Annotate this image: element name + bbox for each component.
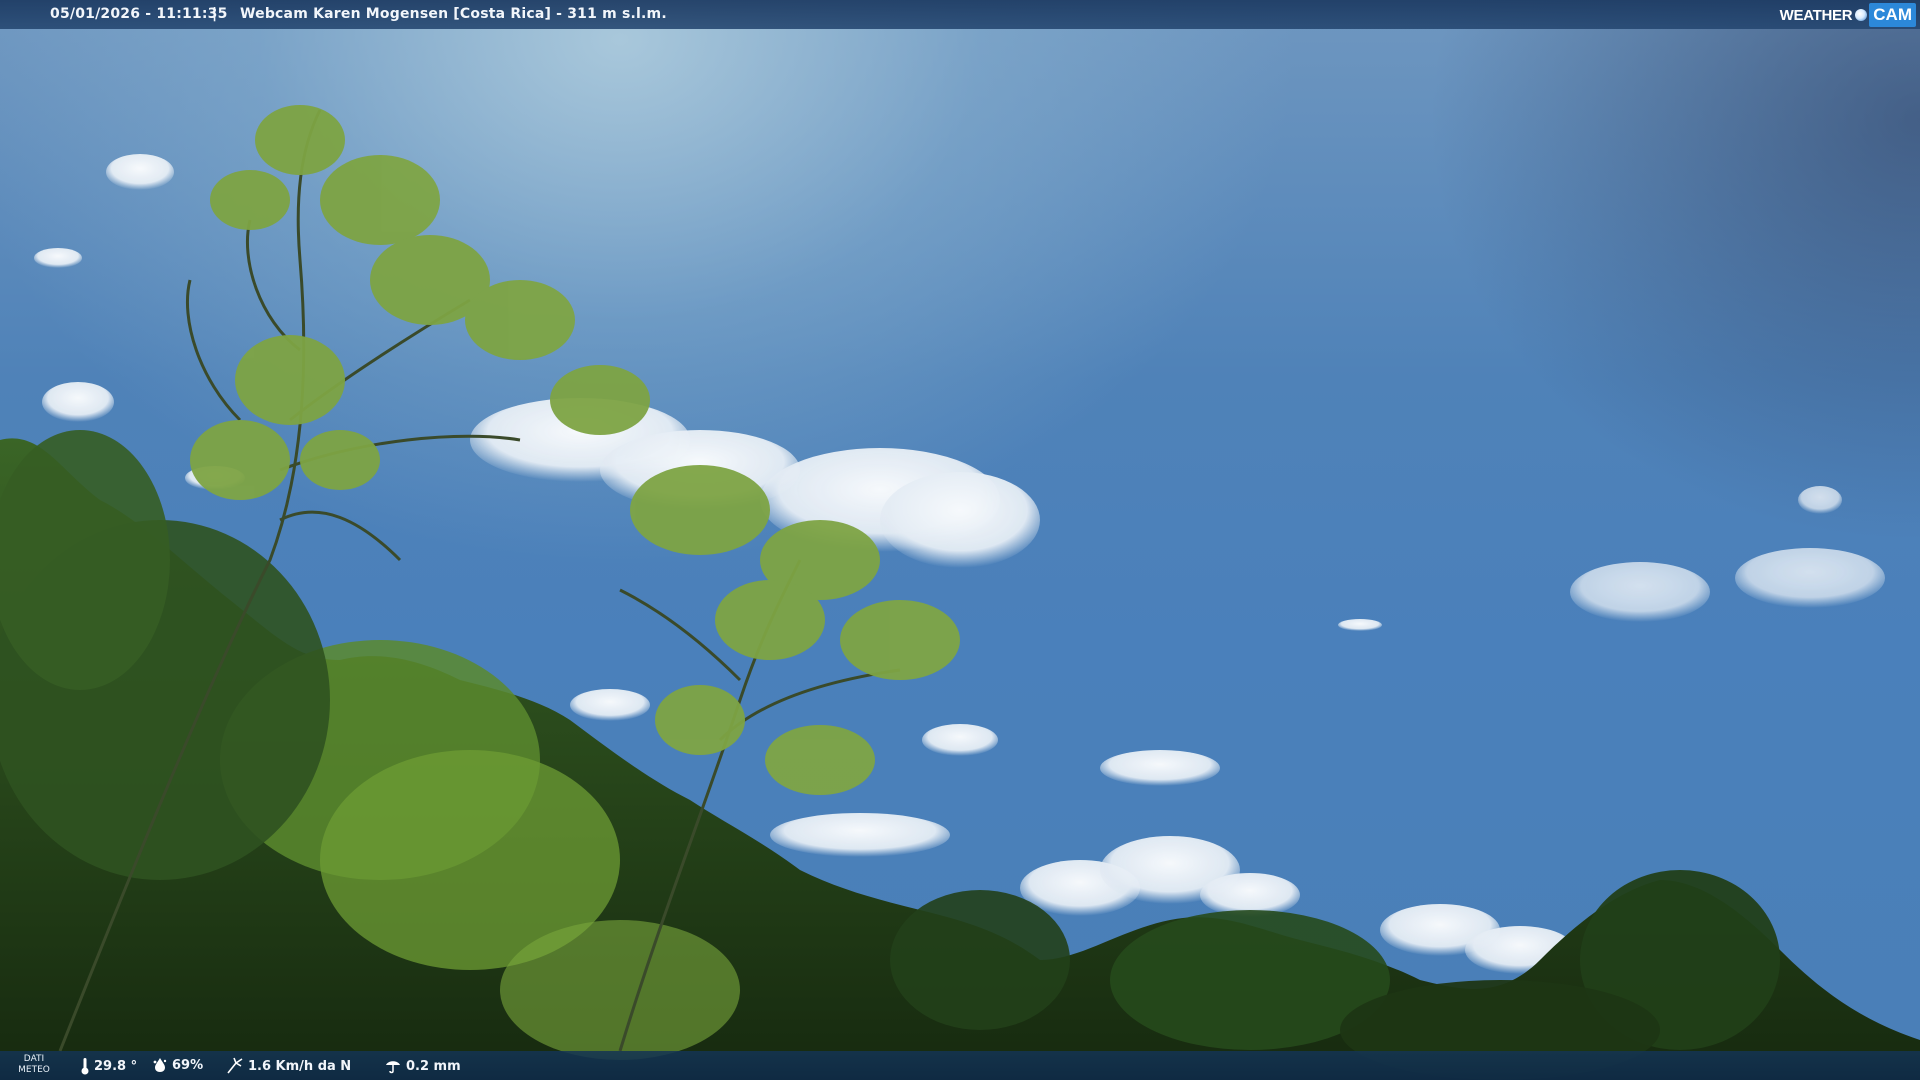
- cloud: [1100, 750, 1220, 786]
- rain-reading: 0.2 mm: [384, 1057, 461, 1075]
- globe-icon: [1855, 9, 1868, 21]
- timestamp: 05/01/2026 - 11:11:35: [50, 6, 228, 22]
- rain-icon: [386, 1061, 400, 1074]
- cloud: [1338, 619, 1382, 631]
- humidity-value: 69%: [172, 1057, 204, 1073]
- wind-icon: [227, 1057, 243, 1074]
- weather-data-bar: DATI METEO 29.8 ° 69% 1.6 Km/h da N 0.2 …: [0, 1051, 1920, 1080]
- cloud: [922, 724, 998, 756]
- weather-data-label: DATI METEO: [18, 1054, 50, 1075]
- cloud-wispy: [1570, 486, 1885, 622]
- logo-cam-text: CAM: [1869, 3, 1916, 27]
- humidity-reading: 69%: [152, 1057, 203, 1073]
- webcam-view: 05/01/2026 - 11:11:35 | Webcam Karen Mog…: [0, 0, 1920, 1080]
- logo-weather-text: WEATHER: [1779, 6, 1853, 24]
- wind-value: 1.6 Km/h da N: [248, 1058, 352, 1074]
- cloud: [770, 813, 950, 857]
- humidity-icon: [153, 1058, 167, 1072]
- cloud-low: [1020, 836, 1300, 917]
- wind-reading: 1.6 Km/h da N: [226, 1057, 351, 1075]
- cloud: [42, 382, 114, 422]
- landscape-scene: [0, 105, 1920, 1080]
- cloud: [34, 248, 82, 268]
- cloud: [570, 689, 650, 721]
- weathercam-logo[interactable]: WEATHER CAM: [1780, 3, 1916, 27]
- cloud: [106, 154, 174, 190]
- top-info-bar: 05/01/2026 - 11:11:35 | Webcam Karen Mog…: [0, 0, 1920, 29]
- thermometer-icon: [81, 1058, 89, 1075]
- webcam-title: Webcam Karen Mogensen [Costa Rica] - 311…: [240, 6, 667, 22]
- title-separator: |: [212, 6, 218, 22]
- temperature-reading: 29.8 °: [80, 1057, 137, 1075]
- temperature-value: 29.8 °: [94, 1058, 138, 1074]
- rain-value: 0.2 mm: [406, 1058, 461, 1074]
